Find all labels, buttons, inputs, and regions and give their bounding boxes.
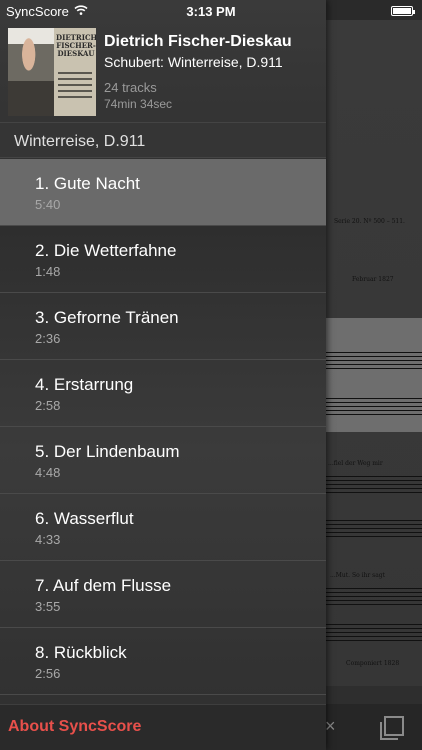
score-lyric-text: ...fiel der Weg mir: [328, 460, 383, 467]
track-list: 1. Gute Nacht 5:40 2. Die Wetterfahne 1:…: [0, 159, 326, 695]
track-time: 2:58: [35, 398, 61, 413]
track-row[interactable]: 7. Auf dem Flusse 3:55: [0, 561, 326, 628]
track-row[interactable]: 8. Rückblick 2:56: [0, 628, 326, 695]
album-artist: Dietrich Fischer-Dieskau: [104, 33, 292, 50]
track-name: 4. Erstarrung: [35, 375, 134, 394]
track-time: 4:33: [35, 532, 61, 547]
bottom-toolbar: [326, 704, 422, 750]
score-progress-bar: [326, 686, 422, 704]
track-sidebar: DIETRICH FISCHER-DIESKAU Dietrich Fische…: [0, 0, 326, 750]
section-header: Winterreise, D.911: [0, 122, 326, 158]
track-name: 7. Auf dem Flusse: [35, 576, 172, 595]
score-date-text: Februar 1827: [352, 276, 394, 283]
album-header: DIETRICH FISCHER-DIESKAU Dietrich Fische…: [0, 22, 326, 122]
battery-icon: [391, 6, 415, 16]
album-track-count: 24 tracks: [104, 80, 157, 95]
track-row[interactable]: 2. Die Wetterfahne 1:48: [0, 226, 326, 293]
track-time: 5:40: [35, 197, 61, 212]
score-lyric-text: ...Mut. So ihr sagt: [330, 572, 386, 579]
album-cover: DIETRICH FISCHER-DIESKAU: [8, 28, 96, 116]
track-time: 2:56: [35, 666, 61, 681]
cover-lettering: DIETRICH FISCHER-DIESKAU: [56, 33, 96, 58]
track-row[interactable]: 1. Gute Nacht 5:40: [0, 159, 326, 226]
track-name: 6. Wasserflut: [35, 509, 134, 528]
about-syncscore-link[interactable]: About SyncScore: [8, 718, 141, 736]
album-title: Schubert: Winterreise, D.911: [104, 54, 283, 70]
score-staff: [326, 520, 422, 537]
track-time: 2:36: [35, 331, 61, 346]
cover-text-lines: [58, 72, 92, 102]
score-staff: [326, 352, 422, 369]
album-duration: 74min 34sec: [104, 97, 173, 111]
close-icon[interactable]: ×: [325, 716, 336, 737]
score-staff: [326, 588, 422, 605]
status-time: 3:13 PM: [186, 4, 236, 19]
track-name: 2. Die Wetterfahne: [35, 241, 177, 260]
score-footer-text: Componiert 1828: [346, 660, 400, 667]
track-name: 3. Gefrorne Tränen: [35, 308, 179, 327]
score-staff: [326, 398, 422, 415]
track-row[interactable]: 3. Gefrorne Tränen 2:36: [0, 293, 326, 360]
track-row[interactable]: 6. Wasserflut 4:33: [0, 494, 326, 561]
pages-icon[interactable]: [380, 716, 404, 740]
score-header-text: Serie 20. Nº 500 – 511.: [334, 218, 405, 225]
track-name: 1. Gute Nacht: [35, 174, 140, 193]
status-bar: SyncScore 3:13 PM: [0, 0, 422, 22]
sidebar-footer: About SyncScore: [0, 704, 326, 750]
track-row[interactable]: 5. Der Lindenbaum 4:48: [0, 427, 326, 494]
score-staff: [326, 476, 422, 493]
cover-photo: [8, 28, 54, 116]
section-title: Winterreise, D.911: [14, 133, 146, 150]
track-time: 1:48: [35, 264, 61, 279]
track-name: 8. Rückblick: [35, 643, 127, 662]
track-name: 5. Der Lindenbaum: [35, 442, 180, 461]
track-row[interactable]: 4. Erstarrung 2:58: [0, 360, 326, 427]
track-time: 3:55: [35, 599, 61, 614]
score-staff: [326, 624, 422, 641]
track-time: 4:48: [35, 465, 61, 480]
